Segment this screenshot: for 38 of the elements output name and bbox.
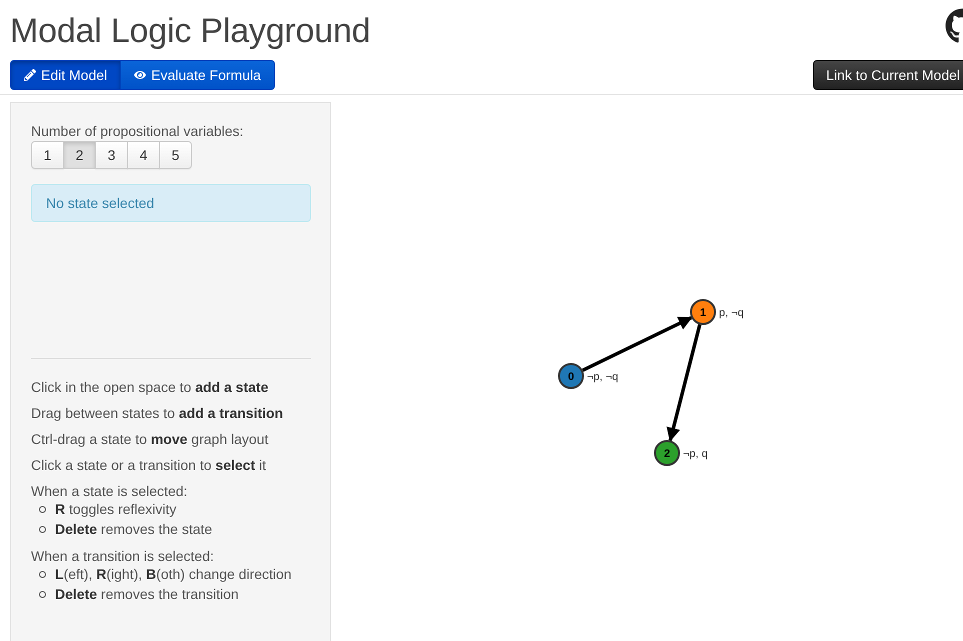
state-node[interactable] bbox=[690, 299, 716, 325]
instruction-heading: When a state is selected: bbox=[31, 483, 188, 499]
bullet-icon bbox=[39, 506, 46, 512]
state-node[interactable] bbox=[654, 440, 680, 466]
mode-tab[interactable]: Edit Model bbox=[10, 60, 122, 90]
bullet-icon bbox=[39, 526, 46, 532]
instruction-text: Click in the open space to add a state bbox=[31, 379, 268, 395]
instruction-text: Drag between states to add a transition bbox=[31, 405, 284, 421]
count-option[interactable]: 2 bbox=[63, 141, 96, 169]
mode-tab[interactable]: Evaluate Formula bbox=[121, 60, 275, 90]
instruction-text: Click a state or a transition to select it bbox=[31, 457, 266, 473]
bullet-icon bbox=[39, 570, 46, 578]
transition-arrow[interactable] bbox=[666, 324, 702, 442]
bullet-icon bbox=[39, 590, 46, 598]
instruction-text: Delete removes the state bbox=[55, 521, 212, 537]
state-info: No state selected bbox=[31, 184, 311, 222]
variables-label: Number of propositional variables: bbox=[31, 123, 244, 139]
instruction-text: R toggles reflexivity bbox=[55, 501, 176, 517]
count-option[interactable]: 3 bbox=[95, 141, 128, 169]
state-number: 1 bbox=[700, 307, 706, 319]
link-button[interactable]: Link to Current Model bbox=[813, 60, 963, 90]
state-number: 2 bbox=[664, 448, 670, 460]
page-title: Modal Logic Playground bbox=[10, 12, 370, 51]
state-node[interactable] bbox=[558, 363, 584, 389]
pencil-icon bbox=[24, 69, 36, 81]
eye-icon bbox=[134, 69, 146, 81]
state-label: ¬p, q bbox=[683, 448, 708, 460]
state-label: p, ¬q bbox=[719, 307, 744, 319]
instruction-text: L(eft), R(ight), B(oth) change direction bbox=[55, 566, 292, 582]
instruction-heading: When a transition is selected: bbox=[31, 548, 214, 564]
state-label: ¬p, ¬q bbox=[587, 371, 618, 383]
instruction-text: Delete removes the transition bbox=[55, 586, 239, 602]
count-option[interactable]: 5 bbox=[159, 141, 192, 169]
transition-arrow[interactable] bbox=[582, 316, 693, 372]
state-number: 0 bbox=[568, 371, 574, 383]
instruction-text: Ctrl-drag a state to move graph layout bbox=[31, 431, 268, 447]
count-option[interactable]: 4 bbox=[127, 141, 160, 169]
count-option[interactable]: 1 bbox=[31, 141, 64, 169]
